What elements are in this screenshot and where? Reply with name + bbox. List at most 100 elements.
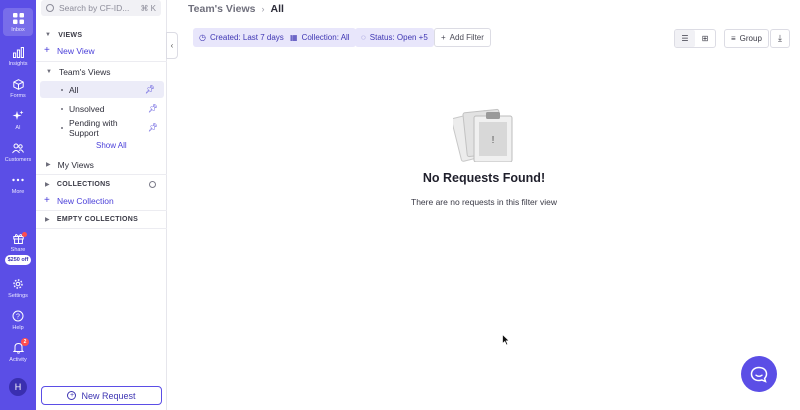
rail-more[interactable]: More	[0, 170, 36, 198]
collection-search-icon[interactable]	[149, 180, 156, 188]
pin-icon[interactable]: 📌︎	[148, 123, 158, 132]
group-icon: ≡	[731, 34, 736, 43]
pin-icon[interactable]: 📌︎	[148, 104, 158, 113]
share-badge-dot	[22, 232, 27, 237]
view-mode-toggle: ☰ ⊞	[674, 29, 716, 48]
plus-circle-icon: +	[67, 391, 77, 400]
sidebar-item-pending-with-support[interactable]: Pending with Support 📌︎	[36, 117, 167, 138]
gear-icon	[11, 277, 25, 291]
rail-label: Activity	[9, 357, 27, 363]
rail-label: Share	[10, 247, 26, 253]
view-label: Pending with Support	[68, 117, 118, 138]
chevron-down-icon: ▼	[45, 32, 52, 38]
teams-views-label: Team's Views	[58, 66, 111, 77]
search-icon	[46, 4, 54, 12]
bar-chart-icon	[11, 45, 25, 59]
rail-customers[interactable]: Customers	[0, 138, 36, 166]
status-circle-icon: ◌	[361, 33, 366, 42]
filter-status[interactable]: ◌ Status: Open +5	[355, 28, 434, 47]
views-section-label: VIEWS	[58, 31, 83, 39]
sparkle-icon	[11, 109, 25, 123]
sidebar-item-all[interactable]: All 📌︎	[40, 81, 164, 98]
filter-created[interactable]: ◷ Created: Last 7 days	[193, 28, 290, 47]
rail-label: Forms	[10, 93, 26, 99]
chevron-right-icon: ▶	[45, 181, 50, 188]
chevron-down-icon: ▼	[46, 68, 52, 75]
board-view-button[interactable]: ⊞	[695, 30, 715, 47]
new-collection-link[interactable]: + New Collection	[36, 192, 167, 209]
show-all-link[interactable]: Show All	[96, 141, 127, 150]
search-shortcut: ⌘ K	[140, 3, 156, 13]
rail-insights[interactable]: Insights	[0, 42, 36, 70]
clock-icon: ◷	[199, 33, 206, 42]
promo-badge[interactable]: $250 off	[5, 255, 31, 265]
chevron-right-icon: ▶	[45, 216, 50, 223]
filter-collection-label: Collection: All	[301, 33, 350, 42]
filter-created-label: Created: Last 7 days	[209, 33, 284, 42]
add-filter-button[interactable]: + Add Filter	[434, 28, 491, 47]
collections-section-label: COLLECTIONS	[56, 180, 111, 188]
chevron-left-icon: ‹	[170, 41, 174, 50]
group-label: Group	[739, 34, 762, 43]
avatar[interactable]: H	[9, 378, 27, 396]
empty-collections-label: EMPTY COLLECTIONS	[56, 215, 139, 223]
new-request-button[interactable]: + New Request	[41, 386, 162, 405]
rail-help[interactable]: ? Help	[0, 306, 36, 334]
view-label: All	[69, 84, 79, 95]
empty-state-subtitle: There are no requests in this filter vie…	[411, 197, 557, 207]
rail-label: Settings	[8, 293, 28, 299]
views-section-header[interactable]: ▼ VIEWS	[36, 27, 167, 43]
svg-text:!: !	[492, 135, 495, 146]
rail-activity[interactable]: Activity	[0, 338, 36, 366]
activity-badge: 2	[21, 338, 29, 346]
search-input[interactable]: Search by CF-ID... ⌘ K	[41, 0, 161, 16]
view-label: Unsolved	[69, 103, 105, 114]
plus-icon: +	[441, 33, 446, 42]
breadcrumb: Team's Views › All	[188, 3, 284, 15]
rail-share[interactable]: Share	[0, 228, 36, 256]
dots-icon	[11, 173, 25, 187]
people-icon	[11, 141, 25, 155]
collections-section-header[interactable]: ▶ COLLECTIONS	[36, 176, 167, 192]
new-collection-label: New Collection	[57, 195, 114, 206]
new-request-label: New Request	[81, 390, 136, 401]
mouse-cursor-icon	[502, 334, 510, 346]
rail-label: Help	[12, 325, 24, 331]
new-view-label: New View	[57, 45, 95, 56]
search-placeholder: Search by CF-ID...	[59, 3, 130, 13]
sidebar-item-unsolved[interactable]: Unsolved 📌︎	[36, 100, 167, 117]
divider	[36, 228, 167, 229]
empty-state-title: No Requests Found!	[422, 171, 546, 185]
page-title: All	[270, 3, 284, 15]
add-filter-label: Add Filter	[449, 33, 484, 42]
collapse-sidebar-button[interactable]: ‹	[166, 32, 178, 59]
download-button[interactable]: ⤓	[770, 29, 790, 48]
rail-ai[interactable]: AI	[0, 106, 36, 134]
rail-label: More	[11, 189, 25, 195]
my-views-group[interactable]: ▶ My Views	[36, 156, 167, 173]
filter-collection[interactable]: ▦ Collection: All	[284, 28, 356, 47]
rail-forms[interactable]: Forms	[0, 74, 36, 102]
grid-icon: ▦	[290, 33, 298, 42]
list-view-button[interactable]: ☰	[675, 30, 695, 47]
bullet	[61, 107, 63, 110]
empty-collections-header[interactable]: ▶ EMPTY COLLECTIONS	[36, 211, 167, 227]
teams-views-group[interactable]: ▼ Team's Views	[36, 63, 167, 80]
plus-icon: +	[44, 195, 50, 206]
breadcrumb-parent[interactable]: Team's Views	[188, 3, 255, 15]
board-icon: ⊞	[701, 34, 709, 43]
chevron-right-icon: ▶	[46, 162, 51, 168]
new-view-link[interactable]: + New View	[36, 42, 167, 59]
main-panel: Team's Views › All ◷ Created: Last 7 day…	[178, 0, 800, 410]
chat-icon	[750, 366, 768, 383]
list-icon: ☰	[681, 34, 689, 43]
group-button[interactable]: ≡ Group	[724, 29, 769, 48]
views-sidebar: Search by CF-ID... ⌘ K ▼ VIEWS + New Vie…	[36, 0, 167, 410]
bullet	[61, 88, 63, 91]
rail-inbox[interactable]: Inbox	[3, 8, 33, 36]
chat-support-button[interactable]	[741, 356, 777, 392]
bullet	[61, 126, 63, 129]
filter-status-label: Status: Open +5	[369, 33, 428, 42]
pin-icon[interactable]: 📌︎	[145, 85, 155, 94]
rail-settings[interactable]: Settings	[0, 274, 36, 302]
